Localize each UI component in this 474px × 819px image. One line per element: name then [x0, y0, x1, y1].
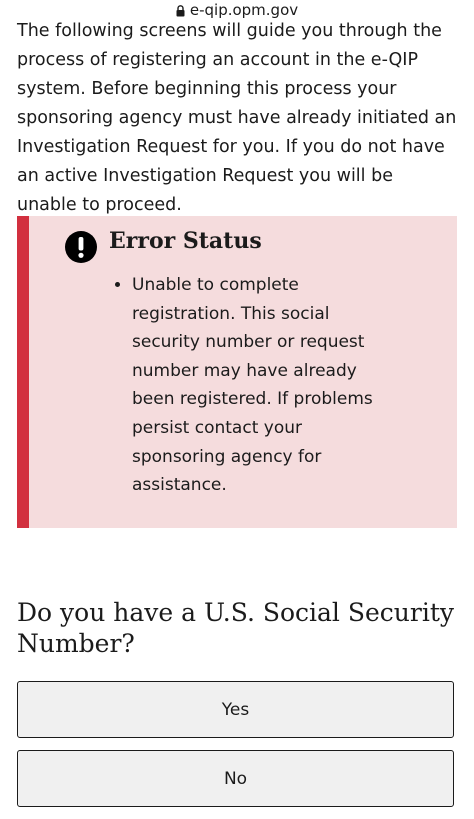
alert-message: Unable to complete registration. This so…: [132, 271, 388, 500]
error-alert: Error Status Unable to complete registra…: [17, 216, 457, 528]
ssn-question: Do you have a U.S. Social Security Numbe…: [17, 598, 454, 658]
url-bar[interactable]: e-qip.opm.gov: [0, 0, 474, 20]
exclamation-circle-icon: [65, 231, 97, 263]
url-text: e-qip.opm.gov: [189, 1, 299, 19]
alert-heading: Error Status: [109, 228, 262, 254]
yes-button[interactable]: Yes: [17, 681, 454, 738]
alert-message-list: Unable to complete registration. This so…: [109, 271, 388, 500]
intro-paragraph: The following screens will guide you thr…: [17, 21, 457, 215]
lock-icon: [176, 3, 185, 17]
no-button[interactable]: No: [17, 750, 454, 807]
